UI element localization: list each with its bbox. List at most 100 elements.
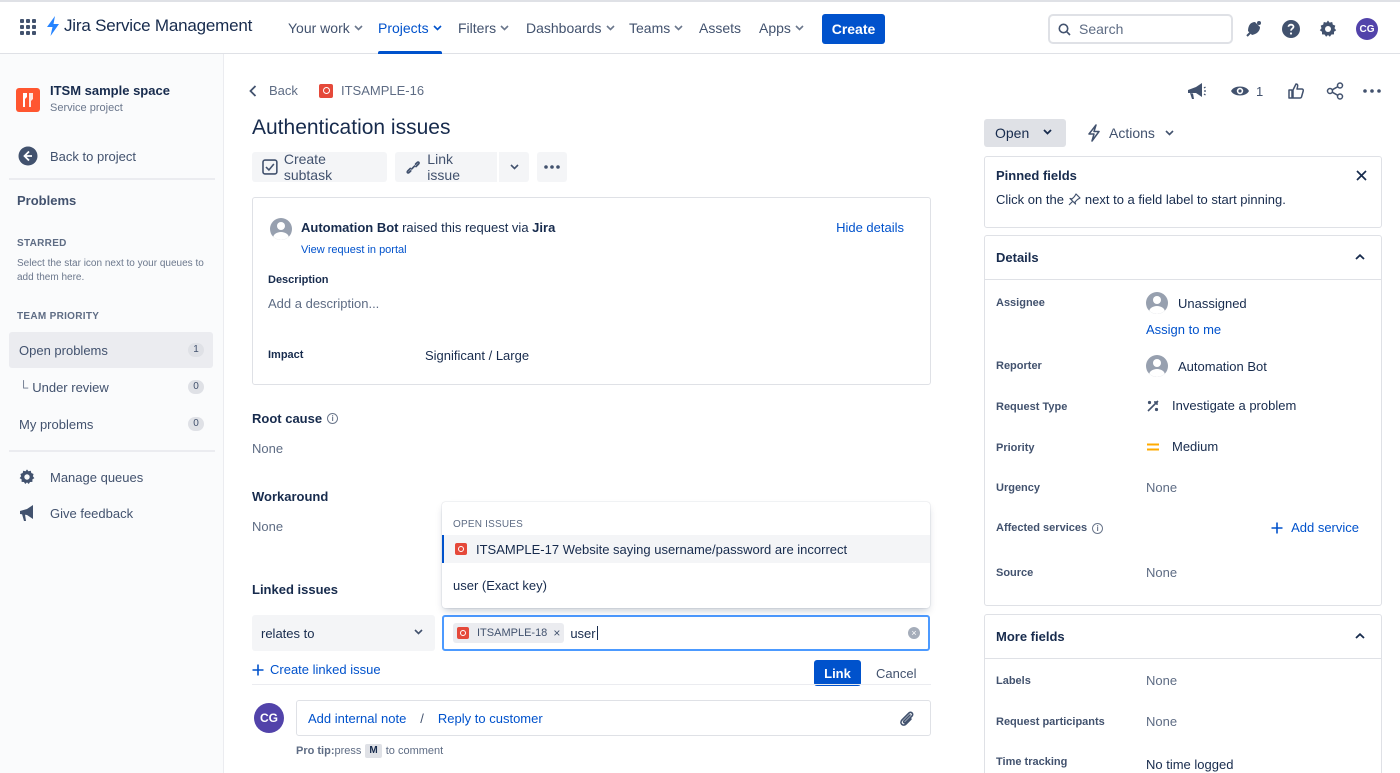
more-fields-title[interactable]: More fields xyxy=(996,629,1065,644)
chevron-down-icon xyxy=(354,25,363,31)
request-participants-value[interactable]: None xyxy=(1146,714,1177,729)
info-icon[interactable]: i xyxy=(327,413,339,424)
close-icon[interactable] xyxy=(1356,170,1367,181)
chevron-down-icon xyxy=(605,25,615,31)
exact-key-option[interactable]: user (Exact key) xyxy=(453,578,547,593)
request-details-panel: Automation Bot raised this request via J… xyxy=(252,197,931,385)
priority-medium-icon xyxy=(1147,443,1159,450)
problem-type-icon xyxy=(455,543,467,555)
issue-search-input[interactable]: ITSAMPLE-18 × user × xyxy=(442,615,930,651)
pinned-fields-panel: Pinned fields Click on the next to a fie… xyxy=(984,156,1382,228)
nav-dashboards[interactable]: Dashboards xyxy=(526,2,615,54)
hide-details-link[interactable]: Hide details xyxy=(836,220,904,235)
nav-filters[interactable]: Filters xyxy=(458,2,509,54)
notifications-icon[interactable] xyxy=(1244,19,1264,39)
thumbs-up-icon[interactable] xyxy=(1287,82,1305,100)
link-issue-dropdown-button[interactable] xyxy=(499,152,529,182)
create-linked-issue-link[interactable]: Create linked issue xyxy=(252,662,381,677)
status-dropdown-button[interactable]: Open xyxy=(984,119,1066,147)
workaround-value[interactable]: None xyxy=(252,519,283,534)
top-navigation: Jira Service Management Your work Projec… xyxy=(0,0,1400,54)
nav-assets[interactable]: Assets xyxy=(699,2,741,54)
link-type-select[interactable]: relates to xyxy=(252,615,435,651)
manage-queues-link[interactable]: Manage queues xyxy=(18,468,143,486)
starred-heading: STARRED xyxy=(17,238,67,249)
settings-gear-icon[interactable] xyxy=(1318,19,1338,39)
time-tracking-value[interactable]: No time logged xyxy=(1146,757,1233,772)
pin-icon xyxy=(1068,193,1081,206)
watcher-count[interactable]: 1 xyxy=(1256,84,1263,99)
issue-suggestions-dropdown: OPEN ISSUES ITSAMPLE-17 Website saying u… xyxy=(442,502,930,608)
chevron-down-icon xyxy=(1043,129,1052,135)
share-icon[interactable] xyxy=(1326,82,1344,100)
issue-title[interactable]: Authentication issues xyxy=(252,116,450,140)
actions-dropdown-button[interactable]: Actions xyxy=(1087,124,1174,142)
urgency-value[interactable]: None xyxy=(1146,480,1177,495)
give-feedback-link[interactable]: Give feedback xyxy=(18,504,133,522)
back-link[interactable]: Back xyxy=(249,83,298,98)
product-logo[interactable]: Jira Service Management xyxy=(46,16,252,36)
source-value[interactable]: None xyxy=(1146,565,1177,580)
cancel-button[interactable]: Cancel xyxy=(876,666,916,681)
queue-my-problems[interactable]: My problems 0 xyxy=(9,406,213,442)
comment-box[interactable]: Add internal note / Reply to customer xyxy=(296,700,931,736)
priority-value[interactable]: Medium xyxy=(1146,439,1218,454)
chevron-down-icon xyxy=(795,25,804,31)
paperclip-icon[interactable] xyxy=(898,710,916,728)
reporter-value[interactable]: Automation Bot xyxy=(1146,355,1267,377)
queue-count: 0 xyxy=(188,380,204,394)
watch-eye-icon[interactable] xyxy=(1230,84,1250,98)
app-switcher-icon[interactable] xyxy=(19,18,37,36)
assign-to-me-link[interactable]: Assign to me xyxy=(1146,322,1221,337)
dropdown-group-heading: OPEN ISSUES xyxy=(453,519,523,530)
impact-label: Impact xyxy=(268,349,304,361)
more-actions-button[interactable] xyxy=(537,152,567,182)
labels-value[interactable]: None xyxy=(1146,673,1177,688)
description-label: Description xyxy=(268,274,329,286)
back-to-project-link[interactable]: Back to project xyxy=(18,146,136,166)
problem-type-icon xyxy=(457,627,469,639)
request-type-value[interactable]: Investigate a problem xyxy=(1146,398,1296,413)
impact-value[interactable]: Significant / Large xyxy=(425,348,529,363)
chevron-up-icon[interactable] xyxy=(1355,633,1365,639)
keyboard-shortcut: M xyxy=(365,744,382,758)
description-field[interactable]: Add a description... xyxy=(268,296,379,311)
details-title[interactable]: Details xyxy=(996,250,1039,265)
sidebar-section-title: Problems xyxy=(17,193,77,208)
arrow-left-circle-icon xyxy=(18,146,38,166)
add-internal-note-link[interactable]: Add internal note xyxy=(308,711,406,726)
queue-open-problems[interactable]: Open problems 1 xyxy=(9,332,213,368)
project-name[interactable]: ITSM sample space xyxy=(50,83,170,98)
nav-teams[interactable]: Teams xyxy=(629,2,683,54)
nav-projects[interactable]: Projects xyxy=(378,2,442,54)
link-button[interactable]: Link xyxy=(814,660,861,686)
info-icon[interactable]: i xyxy=(1092,522,1104,534)
request-type-label: Request Type xyxy=(996,401,1068,413)
remove-chip-icon[interactable]: × xyxy=(553,626,560,640)
link-issue-button[interactable]: Link issue xyxy=(395,151,497,183)
suggestion-option[interactable]: ITSAMPLE-17 Website saying username/pass… xyxy=(442,535,930,563)
assignee-value[interactable]: Unassigned xyxy=(1146,292,1247,314)
user-avatar[interactable]: CG xyxy=(1356,18,1378,40)
add-service-button[interactable]: Add service xyxy=(1271,520,1359,535)
reply-to-customer-link[interactable]: Reply to customer xyxy=(438,711,543,726)
nav-apps[interactable]: Apps xyxy=(759,2,804,54)
chevron-down-icon xyxy=(509,164,519,170)
clear-input-icon[interactable]: × xyxy=(908,627,920,639)
queue-under-review[interactable]: └ Under review 0 xyxy=(9,369,213,405)
create-button[interactable]: Create xyxy=(822,14,885,44)
reporter-avatar xyxy=(1146,355,1168,377)
chevron-down-icon xyxy=(500,25,509,31)
more-horizontal-icon[interactable] xyxy=(1363,89,1381,93)
megaphone-icon xyxy=(20,505,33,521)
root-cause-value[interactable]: None xyxy=(252,441,283,456)
issue-key-breadcrumb[interactable]: ITSAMPLE-16 xyxy=(319,83,424,98)
feedback-megaphone-icon[interactable] xyxy=(1186,82,1206,100)
view-in-portal-link[interactable]: View request in portal xyxy=(301,244,407,256)
create-subtask-button[interactable]: Create subtask xyxy=(252,151,387,183)
chevron-up-icon[interactable] xyxy=(1355,254,1365,260)
search-input[interactable]: Search xyxy=(1048,14,1233,44)
nav-your-work[interactable]: Your work xyxy=(288,2,363,54)
panel-divider xyxy=(985,658,1381,659)
help-icon[interactable] xyxy=(1281,19,1301,39)
